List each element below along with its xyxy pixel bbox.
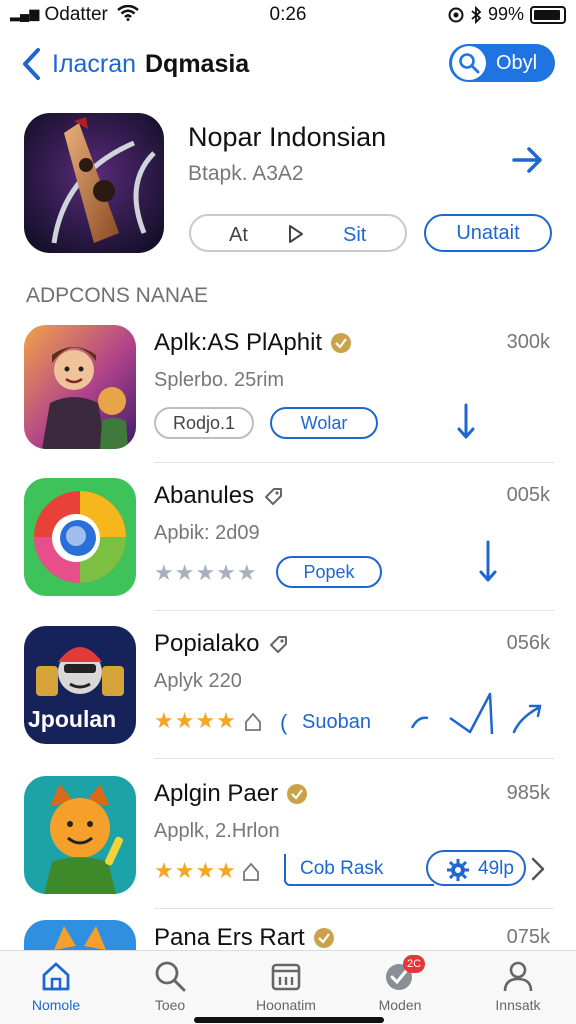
nav-bar: Iлаcran Dqmasia Obyl bbox=[0, 34, 576, 94]
download-count: 300k bbox=[506, 331, 550, 353]
home-indicator bbox=[194, 1017, 384, 1023]
app-action-button[interactable]: Popek bbox=[276, 556, 382, 588]
app-icon-wordmark: Jpoulan bbox=[28, 706, 117, 732]
notification-badge: 2C bbox=[403, 955, 425, 973]
status-bar: ▂▄▆ Odatter 0:26 99% bbox=[0, 0, 576, 30]
app-icon bbox=[24, 325, 136, 449]
app-title: Aplgin Paer bbox=[154, 780, 308, 808]
list-item[interactable]: Aplk:AS PlAphit Splerbo. 25rim 300k Rodj… bbox=[0, 325, 576, 475]
app-action-link[interactable]: Suoban bbox=[302, 711, 371, 734]
app-icon bbox=[24, 920, 136, 950]
download-count: 985k bbox=[506, 782, 550, 804]
app-subtitle: Splerbo. 25rim bbox=[154, 369, 285, 391]
download-icon[interactable] bbox=[478, 540, 498, 586]
app-action-button[interactable]: Cob Rask bbox=[284, 854, 434, 886]
download-count: 056k bbox=[506, 632, 550, 654]
featured-install-button[interactable]: Unatait bbox=[424, 214, 552, 252]
search-label: Obyl bbox=[496, 51, 538, 74]
trend-icon bbox=[410, 692, 542, 735]
rating-stars: ★★★★★ bbox=[154, 560, 258, 585]
chevron-right-icon[interactable] bbox=[528, 856, 548, 882]
gear-icon bbox=[447, 859, 469, 881]
tab-label: Innsatk bbox=[495, 997, 541, 1013]
back-button[interactable]: Iлаcran bbox=[52, 50, 136, 79]
featured-app-subtitle: Btapk. A3A2 bbox=[188, 162, 304, 185]
battery-percent: 99% bbox=[487, 4, 524, 24]
person-icon bbox=[503, 961, 533, 992]
list-item[interactable]: Pana Ers Rart 075k bbox=[0, 920, 576, 950]
battery-icon bbox=[530, 5, 566, 24]
app-subtitle: Aplyk 220 bbox=[154, 670, 242, 692]
divider bbox=[154, 610, 554, 611]
featured-app-title: Nopar Indonsian bbox=[188, 122, 387, 152]
app-subtitle: Apbik: 2d09 bbox=[154, 522, 260, 544]
paren-glyph: ( bbox=[280, 710, 288, 735]
category-chip[interactable]: Rodjo.1 bbox=[154, 407, 254, 439]
app-icon bbox=[24, 776, 136, 894]
download-icon[interactable] bbox=[456, 403, 476, 443]
app-title: Pana Ers Rart bbox=[154, 924, 335, 950]
tab-bar: Nomole Toeo Hoonatim 2C Moden Innsatk bbox=[0, 950, 576, 1024]
app-subtitle: Applk, 2.Hrlon bbox=[154, 820, 280, 842]
app-title: Popialako bbox=[154, 630, 289, 658]
tag-icon bbox=[245, 712, 261, 731]
tab-search[interactable]: Toeo bbox=[120, 959, 220, 1013]
app-action-button[interactable]: Wolar bbox=[270, 407, 378, 439]
arrow-right-icon[interactable] bbox=[508, 140, 548, 180]
rating-stars: ★★★★ bbox=[154, 858, 237, 883]
search-icon bbox=[459, 53, 480, 74]
tab-home[interactable]: Nomole bbox=[6, 959, 106, 1013]
tab-label: Nomole bbox=[31, 997, 81, 1013]
featured-app: Nopar Indonsian Btapk. A3A2 At Sit Unata… bbox=[0, 110, 576, 260]
download-count: 075k bbox=[506, 926, 550, 948]
status-right: 99% bbox=[448, 4, 566, 25]
tab-updates[interactable]: 2C Moden bbox=[350, 955, 450, 1013]
tab-account[interactable]: Innsatk bbox=[468, 959, 568, 1013]
list-item[interactable]: Jpoulan Popialako Aplyk 220 056k ★★★★ ( … bbox=[0, 626, 576, 776]
tag-icon bbox=[243, 862, 259, 881]
library-icon bbox=[271, 963, 301, 991]
featured-pill-right-label: Sit bbox=[343, 224, 367, 246]
verified-badge-icon bbox=[331, 333, 352, 353]
list-item[interactable]: Aplgin Paer Applk, 2.Hrlon 985k ★★★★ Cob… bbox=[0, 776, 576, 926]
tab-label: Toeo bbox=[154, 997, 186, 1013]
app-title: Abanules bbox=[154, 482, 284, 510]
home-icon bbox=[42, 962, 70, 991]
app-icon: Jpoulan bbox=[24, 626, 136, 744]
settings-pill[interactable]: 49lp bbox=[426, 850, 526, 886]
verified-badge-icon bbox=[313, 928, 334, 948]
tab-label: Moden bbox=[378, 997, 422, 1013]
location-icon bbox=[448, 7, 464, 22]
tab-label: Hoonatim bbox=[256, 997, 316, 1013]
search-button[interactable]: Obyl bbox=[449, 44, 555, 82]
tag-icon bbox=[265, 488, 283, 505]
list-item[interactable]: Abanules Apbik: 2d09 005k ★★★★★ Popek bbox=[0, 478, 576, 628]
section-header: ADPCONS NANAE bbox=[26, 284, 209, 307]
divider bbox=[154, 462, 554, 463]
rating-stars: ★★★★ bbox=[154, 708, 237, 733]
divider bbox=[154, 908, 554, 909]
featured-pill-left-label: At bbox=[229, 224, 248, 246]
app-title: Aplk:AS PlAphit bbox=[154, 329, 352, 357]
featured-app-icon[interactable] bbox=[24, 113, 164, 253]
verified-badge-icon bbox=[287, 784, 308, 804]
download-count: 005k bbox=[506, 484, 550, 506]
app-icon bbox=[24, 478, 136, 596]
tag-icon bbox=[270, 636, 288, 653]
bluetooth-icon bbox=[471, 5, 482, 24]
chevron-left-icon[interactable] bbox=[18, 46, 46, 82]
tab-library[interactable]: Hoonatim bbox=[236, 959, 336, 1013]
search-icon bbox=[155, 961, 186, 992]
page-title: Dqmasia bbox=[145, 50, 250, 78]
settings-pill-label: 49lp bbox=[478, 858, 514, 879]
play-icon bbox=[289, 225, 303, 243]
featured-actions-pill[interactable]: At Sit bbox=[189, 214, 407, 252]
divider bbox=[154, 758, 554, 759]
